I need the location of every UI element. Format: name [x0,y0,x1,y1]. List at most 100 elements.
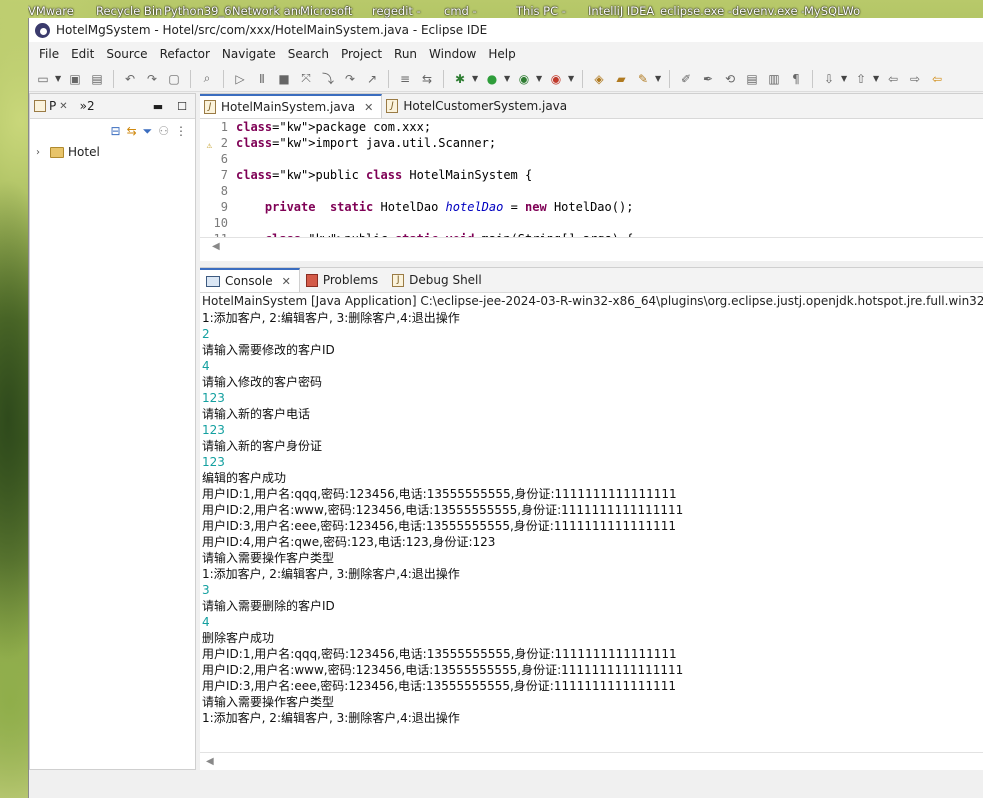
external-tools-icon[interactable]: ◉ [546,69,566,89]
terminate-icon[interactable]: ■ [274,69,294,89]
desktop-icon-label[interactable]: regedit - [372,0,444,18]
minimize-icon[interactable]: ▬ [153,100,163,113]
toggle-highlight-icon[interactable]: ✒ [698,69,718,89]
close-icon[interactable]: ✕ [282,275,291,288]
menu-run[interactable]: Run [388,47,423,61]
console-output-line: 用户ID:3,用户名:eee,密码:123456,电话:13555555555,… [202,519,676,533]
resume-icon[interactable]: ▷ [230,69,250,89]
last-edit-icon[interactable]: ⇦ [927,69,947,89]
redo-icon[interactable]: ↷ [142,69,162,89]
tab-package-explorer[interactable]: P ✕ [34,99,68,113]
desktop-icon-label[interactable]: eclipse.exe - [660,0,732,18]
maximize-icon[interactable]: ☐ [177,100,187,113]
desktop-icon-label[interactable]: cmd - [444,0,516,18]
block-selection-icon[interactable]: ⟲ [720,69,740,89]
link-with-editor-icon[interactable]: ⇆ [127,124,137,138]
menu-help[interactable]: Help [482,47,521,61]
next-annotation-icon[interactable]: ⇩ [819,69,839,89]
code-area[interactable]: 1 class="kw">package com.xxx; 2 ⚠ class="kw"… [200,119,983,237]
debug-icon[interactable]: ✱ [450,69,470,89]
window-title: HotelMgSystem - Hotel/src/com/xxx/HotelM… [56,23,488,37]
menu-window[interactable]: Window [423,47,482,61]
tab-problems[interactable]: Problems [300,268,386,292]
console-output-line: 用户ID:1,用户名:qqq,密码:123456,电话:13555555555,… [202,647,677,661]
tab-debug-shell[interactable]: J Debug Shell [386,268,490,292]
suspend-icon[interactable]: Ⅱ [252,69,272,89]
terminal-icon[interactable]: ▢ [164,69,184,89]
disconnect-icon[interactable]: ⤧ [296,69,316,89]
tab-overflow[interactable]: »2 [80,99,95,113]
desktop-icon-label[interactable]: VMware [28,0,96,18]
save-icon[interactable]: ▣ [65,69,85,89]
new-package-icon[interactable]: ◈ [589,69,609,89]
editor-horizontal-scrollbar[interactable]: ◀ [200,237,983,255]
open-task-dropdown-icon[interactable]: ▼ [655,74,663,83]
close-icon[interactable]: ✕ [59,101,67,112]
collapse-all-icon[interactable]: ⊟ [111,124,121,138]
pilcrow-icon[interactable]: ¶ [786,69,806,89]
previous-annotation-dropdown-icon[interactable]: ▼ [873,74,881,83]
new-dropdown-icon[interactable]: ▼ [55,74,63,83]
open-type-icon[interactable]: ▰ [611,69,631,89]
tree-item-project[interactable]: › Hotel [30,143,195,161]
console-output-line: 删除客户成功 [202,631,275,645]
package-explorer-tab-label: P [49,99,57,113]
desktop-icon-label[interactable]: Network and Control Panel [232,0,300,18]
undo-icon[interactable]: ↶ [120,69,140,89]
editor-tab-label: HotelCustomerSystem.java [403,99,568,113]
menu-navigate[interactable]: Navigate [216,47,282,61]
debug-dropdown-icon[interactable]: ▼ [472,74,480,83]
open-task-icon[interactable]: ✎ [633,69,653,89]
console-user-input: 4 [202,615,210,629]
menu-file[interactable]: File [33,47,65,61]
step-into-icon[interactable]: ⤵ [318,69,338,89]
next-annotation-dropdown-icon[interactable]: ▼ [841,74,849,83]
focus-on-task-icon[interactable]: ⚇ [158,124,169,138]
desktop-icon-label[interactable]: MySQLWo [804,0,876,18]
desktop-icon-label[interactable]: Python39_64 [164,0,232,18]
console-horizontal-scrollbar[interactable]: ◀ [200,752,983,770]
previous-annotation-icon[interactable]: ⇧ [851,69,871,89]
filter-icon[interactable]: ⏷ [143,124,153,139]
skip-breakpoints-icon[interactable]: ≡ [395,69,415,89]
editor-tab-hotel-customer-system[interactable]: J HotelCustomerSystem.java [382,94,575,118]
new-icon[interactable]: ▭ [33,69,53,89]
desktop-icon-label[interactable]: Recycle Bin [96,0,164,18]
toolbar-separator [443,69,444,88]
forward-icon[interactable]: ⇨ [905,69,925,89]
show-whitespace-icon[interactable]: ▥ [764,69,784,89]
toggle-mark-occurrences-icon[interactable]: ✐ [676,69,696,89]
desktop-icon-label[interactable]: This PC - [516,0,588,18]
menu-edit[interactable]: Edit [65,47,100,61]
close-icon[interactable]: ✕ [364,101,373,114]
chevron-right-icon[interactable]: › [36,147,46,158]
console-output[interactable]: 1:添加客户, 2:编辑客户, 3:删除客户,4:退出操作 2 请输入需要修改的客户… [200,310,983,726]
desktop-icon-label[interactable]: devenv.exe - [732,0,804,18]
line-number: 9 [220,200,228,214]
coverage-dropdown-icon[interactable]: ▼ [536,74,544,83]
project-folder-icon [50,146,64,158]
toolbar-separator [223,69,224,88]
menu-refactor[interactable]: Refactor [154,47,216,61]
coverage-icon[interactable]: ◉ [514,69,534,89]
back-icon[interactable]: ⇦ [883,69,903,89]
editor-tab-hotel-main-system[interactable]: J HotelMainSystem.java ✕ [200,94,383,118]
desktop-icon-label[interactable]: IntelliJ IDEA [588,0,660,18]
menu-search[interactable]: Search [282,47,335,61]
menu-project[interactable]: Project [335,47,388,61]
step-over-icon[interactable]: ↷ [340,69,360,89]
search-icon[interactable]: ⌕ [197,69,217,89]
view-menu-icon[interactable]: ⋮ [175,124,187,138]
toggle-breakpoint-icon[interactable]: ⇆ [417,69,437,89]
save-all-icon[interactable]: ▤ [87,69,107,89]
warning-marker-icon[interactable]: ⚠ [202,138,212,151]
tab-console[interactable]: Console ✕ [200,268,300,292]
word-wrap-icon[interactable]: ▤ [742,69,762,89]
run-icon[interactable]: ● [482,69,502,89]
external-tools-dropdown-icon[interactable]: ▼ [568,74,576,83]
desktop-icon-label[interactable]: Microsoft [300,0,372,18]
step-return-icon[interactable]: ↗ [362,69,382,89]
menu-source[interactable]: Source [100,47,153,61]
explorer-toolbar: ⊟ ⇆ ⏷ ⚇ ⋮ [30,119,195,143]
run-dropdown-icon[interactable]: ▼ [504,74,512,83]
